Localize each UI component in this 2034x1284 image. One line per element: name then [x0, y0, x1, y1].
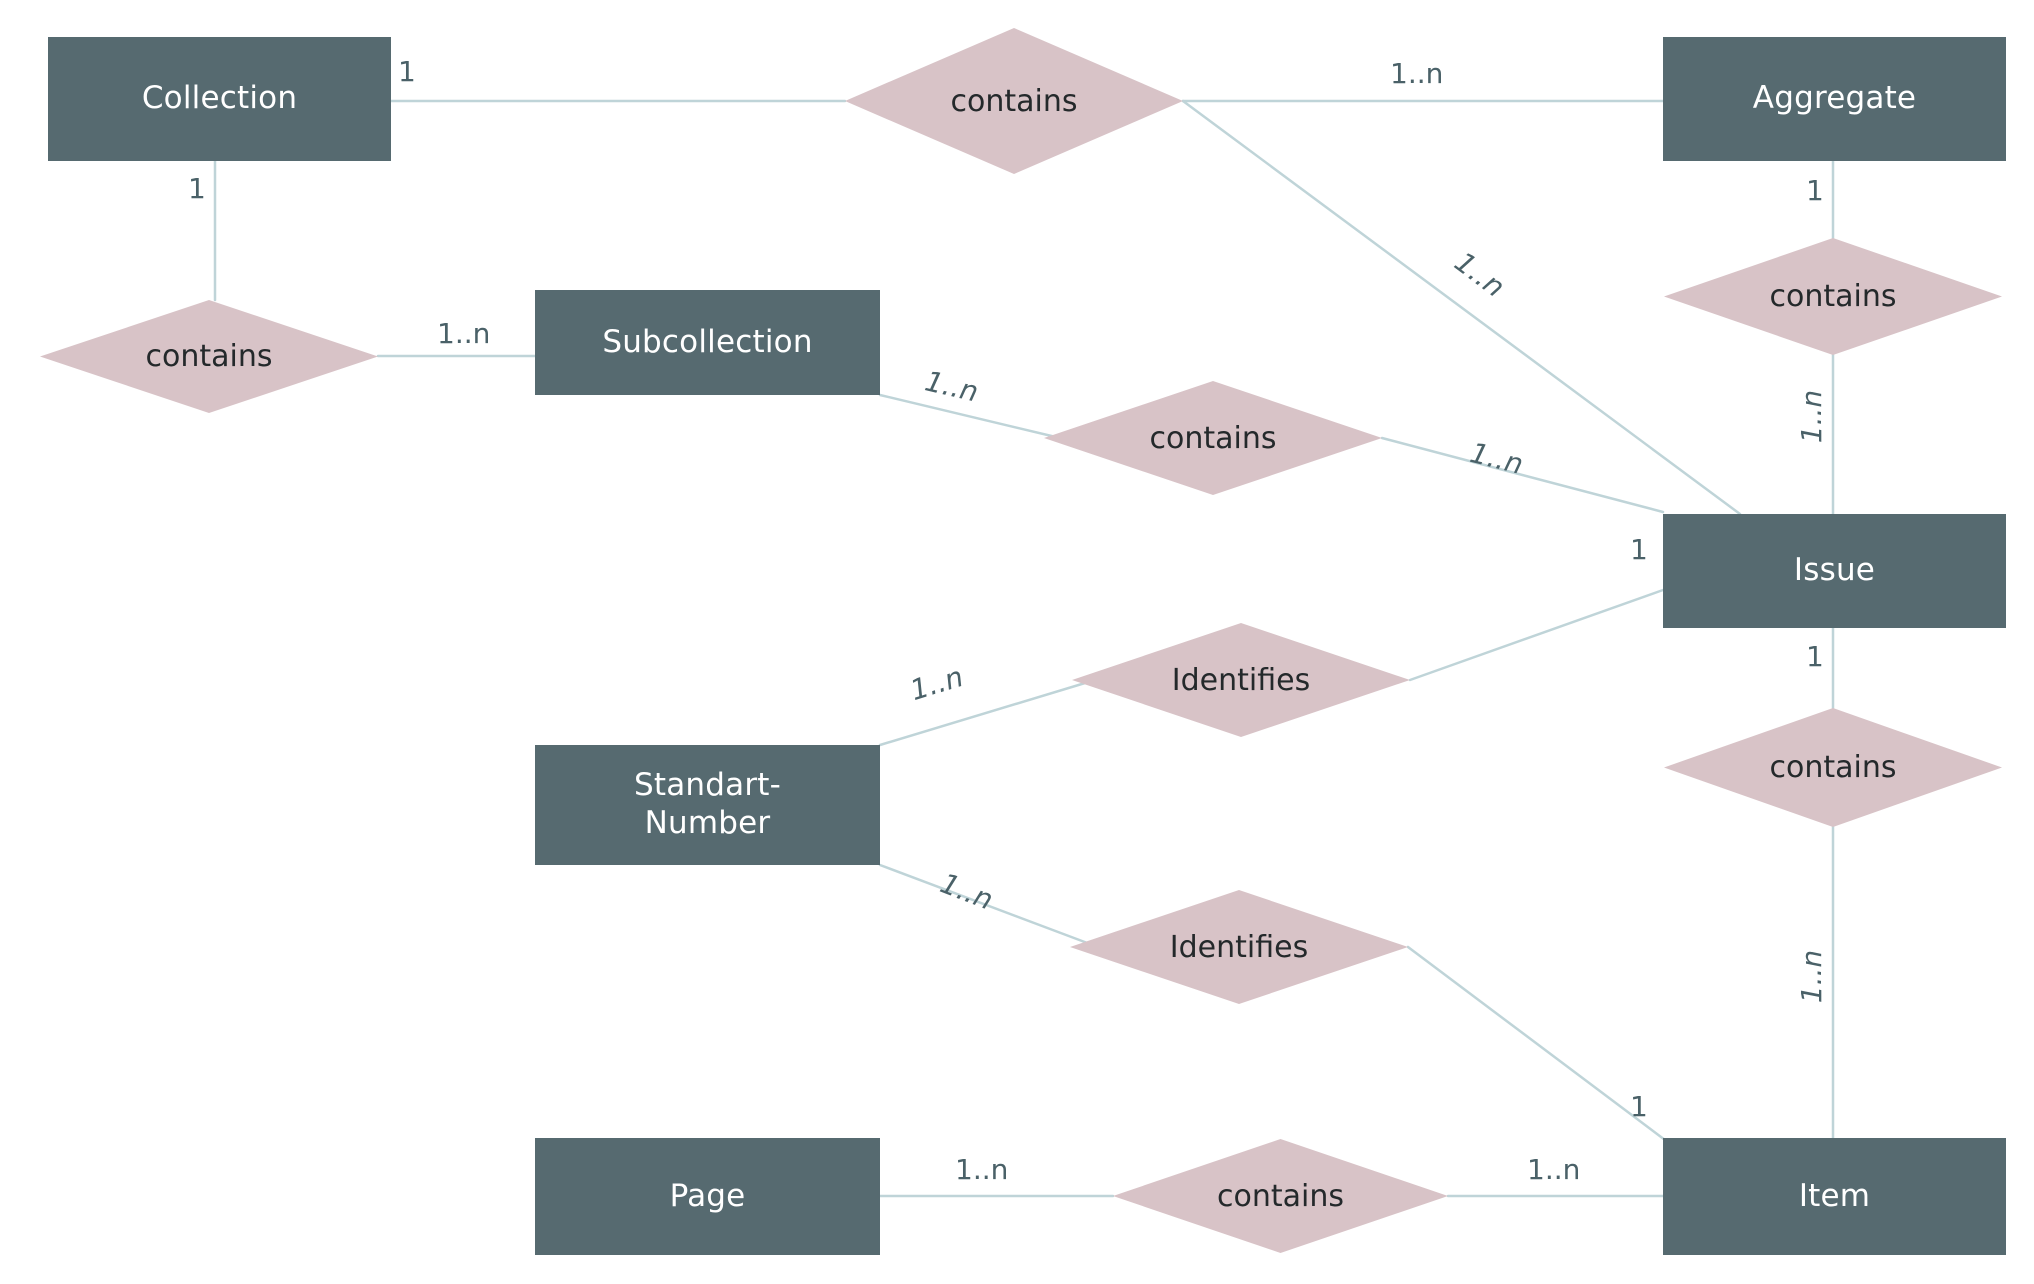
relationship-label: contains: [145, 339, 273, 374]
cardinality-subcollection-left: 1..n: [437, 317, 491, 350]
connector-lines: [213, 99, 1835, 1198]
edge-identifies-item: [1406, 945, 1667, 1142]
entity-collection-label: Collection: [141, 80, 298, 117]
entity-subcollection[interactable]: Subcollection: [535, 290, 880, 395]
entity-subcollection-label: Subcollection: [602, 323, 813, 360]
entity-aggregate-label: Aggregate: [1752, 80, 1917, 117]
entity-standart-number-label: Standart- Number: [633, 767, 782, 841]
cardinality-issue-top-vertical: 1..n: [1795, 389, 1829, 444]
entity-issue[interactable]: Issue: [1663, 514, 2006, 628]
relationship-label: contains: [1769, 279, 1897, 314]
cardinality-item-top-vertical: 1..n: [1795, 949, 1829, 1004]
cardinality-issue-left: 1: [1630, 533, 1648, 566]
relationship-label: Identifies: [1171, 662, 1311, 698]
relationship-label: contains: [1769, 750, 1897, 785]
entity-page-label: Page: [669, 1177, 746, 1214]
entity-item-label: Item: [1798, 1177, 1871, 1214]
cardinality-issue-bottom: 1: [1806, 640, 1824, 673]
entity-aggregate[interactable]: Aggregate: [1663, 37, 2006, 161]
relationship-subcollection-issue[interactable]: contains: [1044, 381, 1382, 495]
relationship-label: Identifies: [1169, 929, 1309, 965]
relationship-collection-aggregate[interactable]: contains: [845, 28, 1183, 174]
cardinality-aggregate-left: 1..n: [1390, 57, 1444, 90]
entity-page[interactable]: Page: [535, 1138, 880, 1255]
entity-item[interactable]: Item: [1663, 1138, 2006, 1255]
cardinality-item-left: 1..n: [1527, 1153, 1581, 1186]
relationship-standartnumber-issue[interactable]: Identifies: [1072, 623, 1410, 737]
cardinality-page-right: 1..n: [955, 1153, 1009, 1186]
relationship-standartnumber-item[interactable]: Identifies: [1070, 890, 1408, 1004]
relationship-label: contains: [1149, 420, 1277, 456]
cardinality-aggregate-bottom: 1: [1806, 174, 1824, 207]
entity-standart-number[interactable]: Standart- Number: [535, 745, 880, 865]
relationship-aggregate-issue[interactable]: contains: [1664, 238, 2002, 355]
er-diagram-canvas: Collection Aggregate Subcollection Issue…: [0, 0, 2034, 1284]
relationship-label: contains: [950, 83, 1078, 119]
entity-issue-label: Issue: [1793, 552, 1876, 589]
relationship-label: contains: [1217, 1178, 1344, 1214]
entity-collection[interactable]: Collection: [48, 37, 391, 161]
cardinality-collection-right: 1: [398, 55, 416, 88]
relationship-collection-subcollection[interactable]: contains: [40, 300, 378, 413]
relationship-issue-item[interactable]: contains: [1664, 708, 2002, 827]
cardinality-collection-bottom: 1: [188, 172, 206, 205]
relationship-page-item[interactable]: contains: [1113, 1139, 1448, 1253]
edge-identifies-issue: [1408, 588, 1665, 682]
cardinality-item-topleft: 1: [1630, 1090, 1648, 1123]
